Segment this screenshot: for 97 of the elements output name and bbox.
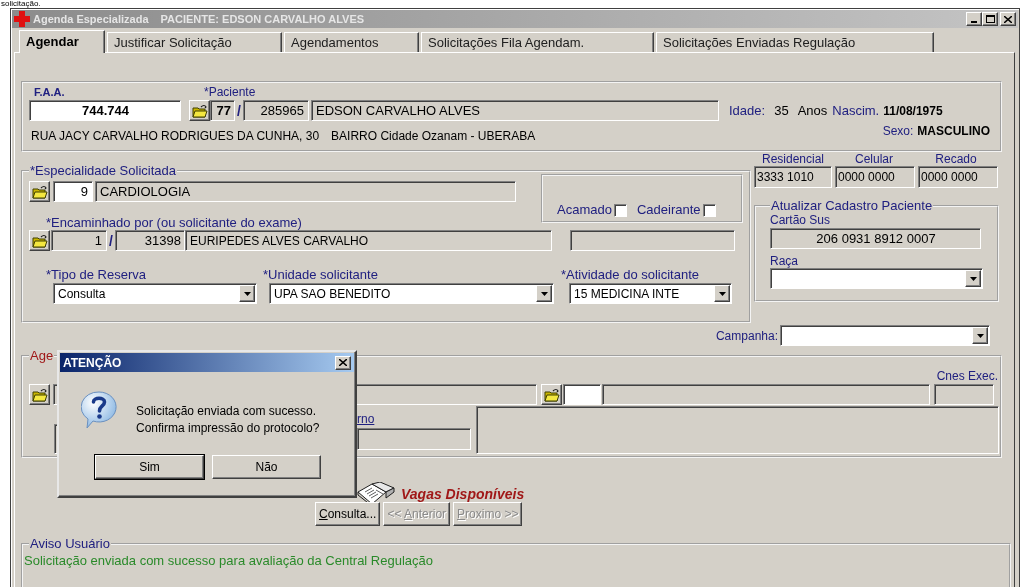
input-field[interactable] [934,384,994,405]
close-icon [1004,15,1012,23]
close-button[interactable] [335,355,351,370]
folder-icon [31,233,48,248]
address-text: BAIRRO Cidade Ozanam - UBERABA [331,129,536,144]
input-field[interactable]: 77 [210,100,235,121]
field-label: *Tipo de Reserva [46,267,147,282]
field-label: *Paciente [204,84,256,99]
field-label: Raça [770,254,799,268]
separator-text: / [108,232,114,249]
field-label: Cartão Sus [770,213,832,227]
close-icon [339,359,347,366]
separator-text: / [236,102,242,119]
input-field[interactable]: 0000 0000 [918,166,998,188]
checkbox-label: Acamado [557,202,612,217]
dropdown[interactable]: UPA SAO BENEDITO [269,283,554,304]
close-button[interactable] [1000,12,1016,26]
window-title: Agenda Especializada [33,13,149,25]
tab[interactable]: Solicitações Enviadas Regulação [656,32,934,52]
field-label: Cnes Exec. [936,368,998,383]
folder-icon [31,184,48,199]
folder-icon [543,387,560,402]
folder-icon [191,103,208,118]
checkbox[interactable] [702,204,716,217]
folder-icon [31,387,48,402]
address-text: RUA JACY CARVALHO RODRIGUES DA CUNHA, 30 [31,129,320,144]
dropdown[interactable] [770,268,983,289]
dialog-button[interactable]: Sim [95,455,204,479]
input-field[interactable]: EDSON CARVALHO ALVES [311,100,719,121]
input-field[interactable] [476,406,999,454]
field-label: Celular [854,152,894,166]
dialog-message: Solicitação enviada com sucesso. [136,403,318,420]
tab[interactable]: Agendamentos [284,32,419,52]
field-label: Residencial [760,152,825,166]
lookup-button[interactable] [29,230,50,251]
sex-value: MASCULINO [917,124,990,138]
input-field[interactable]: 206 0931 8912 0007 [770,228,981,249]
dropdown-arrow-icon [243,291,251,296]
minimize-button[interactable] [966,12,982,26]
tab[interactable]: Solicitações Fila Agendam. [421,32,654,52]
lookup-button[interactable] [541,384,562,405]
input-field[interactable] [602,384,930,405]
input-field[interactable] [563,384,601,405]
nav-button[interactable]: Consulta... [315,502,381,526]
field-link[interactable]: rno [357,412,471,426]
caption-text: solicitação. [1,0,41,8]
group-title: *Especialidade Solicitada [29,163,177,178]
dialog-button[interactable]: Não [212,455,321,479]
dropdown[interactable]: 15 MEDICINA INTE [569,283,732,304]
input-field[interactable]: 3333 1010 [754,166,832,188]
age-value: 35 [774,103,789,118]
tab[interactable]: Justificar Solicitação [107,32,282,52]
input-field[interactable] [570,230,735,251]
question-icon [81,391,117,429]
section-heading: Vagas Disponíveis [401,486,525,502]
input-field[interactable]: 285965 [243,100,309,121]
field-label: *Unidade solicitante [263,267,379,282]
input-field[interactable] [357,428,471,450]
checkbox-label: Cadeirante [636,202,701,217]
dialog-message: Confirma impressão do protocolo? [136,420,320,437]
dropdown-arrow-icon [718,291,726,296]
input-field[interactable]: 9 [53,181,93,202]
status-message: Solicitação enviada com sucesso para avaliação da Central Regulação [24,553,435,568]
group-title: Aviso Usuário [29,536,111,551]
dialog-title: ATENÇÃO [63,355,122,370]
dropdown[interactable] [780,325,990,346]
lookup-button[interactable] [29,384,50,405]
lookup-button[interactable] [189,100,210,121]
maximize-icon [985,15,995,23]
field-label: *Encaminhado por (ou solicitante do exame) [46,215,303,230]
input-field[interactable]: CARDIOLOGIA [95,181,516,202]
input-field[interactable]: 744.744 [29,100,181,121]
window-subtitle: PACIENTE: EDSON CARVALHO ALVES [160,13,365,25]
group-title: Atualizar Cadastro Paciente [770,198,934,213]
input-field[interactable]: 0000 0000 [835,166,915,188]
dropdown-arrow-icon [969,276,977,281]
field-label: *Atividade do solicitante [561,267,701,282]
dropdown[interactable]: Consulta [53,283,257,304]
input-field[interactable]: 31398 [115,230,185,251]
dropdown-arrow-icon [540,291,548,296]
maximize-button[interactable] [982,12,998,26]
lookup-button[interactable] [29,181,50,202]
field-label: Recado [934,152,978,166]
checkbox[interactable] [613,204,627,217]
birth-label: Nascim. [832,103,880,118]
field-label: Campanha: [715,328,778,343]
medical-cross-icon [14,11,30,27]
tab[interactable]: Agendar [19,30,105,53]
birth-date: 11/08/1975 [883,103,943,118]
age-unit: Anos [797,103,828,118]
group-title: Age [29,348,55,363]
dropdown-arrow-icon [976,333,984,338]
age-label: Idade: [729,103,766,118]
sex-label: Sexo: [882,124,914,138]
field-label: F.A.A. [34,85,66,98]
input-field[interactable]: EURIPEDES ALVES CARVALHO [185,230,552,251]
input-field[interactable]: 1 [51,230,107,251]
